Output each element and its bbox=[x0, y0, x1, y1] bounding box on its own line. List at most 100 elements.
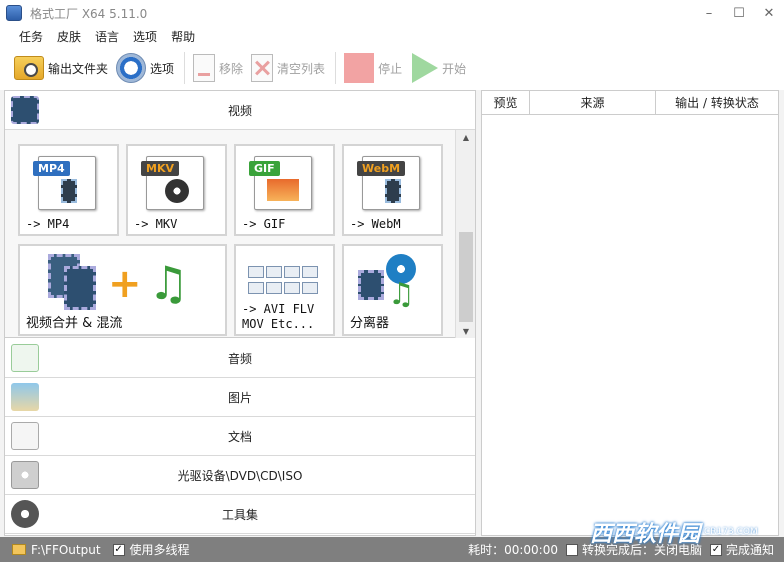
format-badge: WebM bbox=[357, 161, 406, 176]
film-icon bbox=[64, 266, 96, 310]
watermark-logo: 西西软件园 bbox=[590, 522, 701, 547]
settings-gear-icon bbox=[116, 53, 147, 83]
options-button[interactable]: 选项 bbox=[116, 53, 174, 83]
column-source[interactable]: 来源 bbox=[530, 91, 656, 114]
tile-webm-label: -> WebM bbox=[350, 217, 401, 231]
output-path[interactable]: F:\FFOutput bbox=[31, 543, 101, 557]
menu-language[interactable]: 语言 bbox=[88, 28, 126, 45]
document-pencil-icon bbox=[11, 422, 39, 450]
menu-bar: 任务 皮肤 语言 选项 帮助 bbox=[0, 26, 784, 46]
site-watermark: 西西软件园 CR173.COM bbox=[590, 515, 764, 549]
tile-merge-label: 视频合并 & 混流 bbox=[26, 316, 123, 331]
format-badge: MP4 bbox=[33, 161, 70, 176]
mkv-file-icon: MKV bbox=[141, 156, 204, 210]
mini-doc-icon bbox=[302, 266, 318, 278]
tile-mp4[interactable]: MP4 -> MP4 bbox=[18, 144, 119, 236]
output-folder-label: 输出文件夹 bbox=[48, 61, 109, 76]
picture-icon bbox=[11, 383, 39, 411]
tile-merge[interactable]: + ♫ 视频合并 & 混流 bbox=[18, 244, 227, 336]
tile-multi-label-1: -> AVI FLV bbox=[242, 302, 315, 316]
column-output-status[interactable]: 输出 / 转换状态 bbox=[656, 91, 778, 114]
grid-scrollbar[interactable]: ▲ ▼ bbox=[455, 130, 475, 338]
merge-art: + ♫ bbox=[48, 254, 198, 314]
start-button[interactable]: 开始 bbox=[410, 53, 466, 83]
tile-multi-format[interactable]: -> AVI FLV MOV Etc... bbox=[234, 244, 335, 336]
image-thumbnail-icon bbox=[267, 179, 299, 201]
category-image[interactable]: 图片 bbox=[5, 378, 475, 417]
multithread-checkbox[interactable]: ✓ bbox=[112, 543, 125, 556]
scroll-thumb[interactable] bbox=[459, 232, 473, 322]
category-audio[interactable]: 音频 bbox=[5, 339, 475, 378]
start-label: 开始 bbox=[442, 61, 467, 76]
output-folder-icon[interactable] bbox=[12, 544, 26, 555]
toolbar: 输出文件夹 选项 移除 清空列表 停止 开始 bbox=[0, 46, 784, 90]
tools-reel-icon bbox=[11, 500, 39, 528]
music-note-icon: ♫ bbox=[148, 256, 190, 310]
film-icon bbox=[61, 179, 77, 203]
clear-doc-icon bbox=[251, 54, 274, 82]
category-tools-label: 工具集 bbox=[221, 507, 258, 522]
multithread-label: 使用多线程 bbox=[129, 543, 190, 557]
category-tools[interactable]: 工具集 bbox=[5, 495, 475, 534]
mini-doc-icon bbox=[266, 266, 282, 278]
format-thumbnails-icon bbox=[248, 266, 320, 296]
maximize-button[interactable]: ☐ bbox=[724, 0, 754, 26]
film-icon bbox=[358, 270, 384, 300]
mini-doc-icon bbox=[284, 282, 300, 294]
close-button[interactable]: ✕ bbox=[754, 0, 784, 26]
mini-doc-icon bbox=[248, 266, 264, 278]
task-list-header: 预览 来源 输出 / 转换状态 bbox=[482, 91, 778, 115]
music-note-icon: ♫ bbox=[388, 277, 415, 312]
watermark-sub: CR173.COM bbox=[704, 527, 758, 537]
tile-splitter-label: 分离器 bbox=[350, 316, 390, 331]
tile-gif[interactable]: GIF -> GIF bbox=[234, 144, 335, 236]
tile-webm[interactable]: WebM -> WebM bbox=[342, 144, 443, 236]
category-video[interactable]: 视频 bbox=[5, 91, 475, 130]
clear-list-button[interactable]: 清空列表 bbox=[251, 54, 325, 82]
tile-mkv[interactable]: MKV -> MKV bbox=[126, 144, 227, 236]
toolbar-divider bbox=[184, 52, 186, 84]
gif-file-icon: GIF bbox=[249, 156, 312, 210]
optical-disc-icon bbox=[11, 461, 39, 489]
audio-note-icon bbox=[11, 344, 39, 372]
stop-button[interactable]: 停止 bbox=[344, 53, 402, 83]
category-image-label: 图片 bbox=[227, 390, 252, 405]
window-title: 格式工厂 X64 5.11.0 bbox=[30, 6, 148, 21]
task-list-panel: 预览 来源 输出 / 转换状态 bbox=[481, 90, 779, 536]
elapsed-time: 耗时：00:00:00 bbox=[468, 543, 558, 557]
toolbar-divider bbox=[335, 52, 337, 84]
scroll-down-arrow-icon[interactable]: ▼ bbox=[456, 324, 476, 338]
mini-doc-icon bbox=[266, 282, 282, 294]
splitter-art: ♫ bbox=[358, 254, 428, 314]
disc-icon bbox=[165, 179, 189, 203]
tile-multi-label-2: MOV Etc... bbox=[242, 317, 315, 331]
stop-icon bbox=[344, 53, 375, 83]
category-disc-label: 光驱设备\DVD\CD\ISO bbox=[177, 468, 303, 483]
folder-icon bbox=[14, 56, 44, 80]
output-folder-button[interactable]: 输出文件夹 bbox=[14, 56, 108, 80]
stop-label: 停止 bbox=[378, 61, 403, 76]
after-convert-checkbox[interactable] bbox=[565, 543, 578, 556]
window-controls: – ☐ ✕ bbox=[694, 0, 784, 26]
scroll-up-arrow-icon[interactable]: ▲ bbox=[456, 130, 476, 144]
mini-doc-icon bbox=[302, 282, 318, 294]
menu-skin[interactable]: 皮肤 bbox=[50, 28, 88, 45]
tile-splitter[interactable]: ♫ 分离器 bbox=[342, 244, 443, 336]
category-document[interactable]: 文档 bbox=[5, 417, 475, 456]
category-disc[interactable]: 光驱设备\DVD\CD\ISO bbox=[5, 456, 475, 495]
remove-button[interactable]: 移除 bbox=[193, 54, 243, 82]
play-icon bbox=[412, 53, 439, 83]
remove-doc-icon bbox=[193, 54, 216, 82]
menu-task[interactable]: 任务 bbox=[12, 28, 50, 45]
column-preview[interactable]: 预览 bbox=[482, 91, 530, 114]
format-badge: GIF bbox=[249, 161, 280, 176]
menu-help[interactable]: 帮助 bbox=[164, 28, 202, 45]
menu-options[interactable]: 选项 bbox=[126, 28, 164, 45]
plus-icon: + bbox=[108, 261, 142, 307]
tile-gif-label: -> GIF bbox=[242, 217, 286, 231]
tile-mkv-label: -> MKV bbox=[134, 217, 178, 231]
webm-file-icon: WebM bbox=[357, 156, 420, 210]
tile-mp4-label: -> MP4 bbox=[26, 217, 70, 231]
minimize-button[interactable]: – bbox=[694, 0, 724, 26]
film-icon bbox=[385, 179, 401, 203]
